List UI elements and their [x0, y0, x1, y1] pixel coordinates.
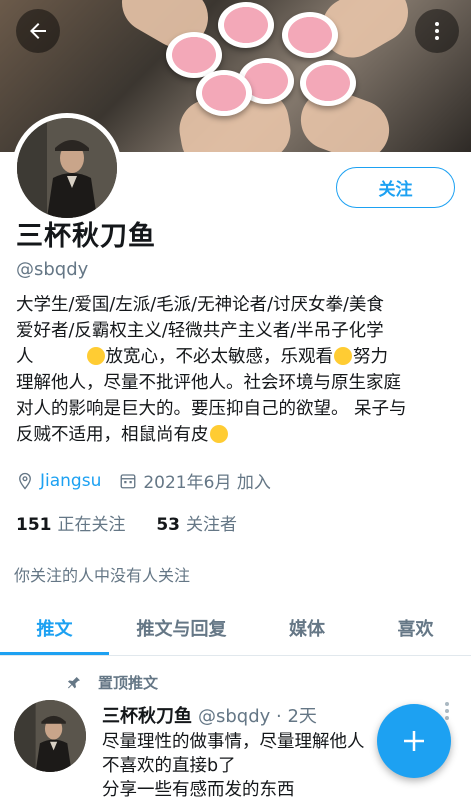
- tweet-header: 三杯秋刀鱼 @sbqdy · 2天: [102, 702, 317, 728]
- back-button[interactable]: [16, 9, 60, 53]
- compose-tweet-button[interactable]: [377, 704, 451, 778]
- bio-line: 反贼不适用，相鼠尚有皮: [16, 422, 461, 448]
- calendar-icon: [120, 473, 136, 488]
- join-date: 2021年6月 加入: [143, 473, 271, 493]
- profile-avatar[interactable]: [12, 113, 122, 223]
- tab-likes[interactable]: 喜欢: [360, 600, 471, 656]
- pin-icon: [68, 676, 80, 688]
- kissing-face-icon: [209, 425, 228, 443]
- tweet-author-avatar[interactable]: [14, 700, 86, 772]
- bio-line: 爱好者/反霸权主义/轻微共产主义者/半吊子化学: [16, 321, 384, 341]
- active-tab-indicator: [0, 652, 109, 655]
- tab-media[interactable]: 媒体: [254, 600, 360, 656]
- following-link[interactable]: 151 正在关注: [16, 515, 126, 535]
- grinning-face-icon: [334, 347, 352, 365]
- location-link[interactable]: Jiangsu: [40, 471, 101, 491]
- followers-link[interactable]: 53 关注者: [156, 515, 237, 535]
- bio-line: 人放宽心，不必太敏感，乐观看 努力: [16, 347, 388, 367]
- profile-name: 三杯秋刀鱼: [16, 221, 156, 252]
- tweet-author-name[interactable]: 三杯秋刀鱼: [102, 706, 192, 727]
- follow-stats: 151 正在关注 53 关注者: [16, 510, 237, 535]
- profile-bio: 大学生/爱国/左派/毛派/无神论者/讨厌女拳/美食 爱好者/反霸权主义/轻微共产…: [16, 292, 461, 448]
- tab-tweets-and-replies[interactable]: 推文与回复: [109, 600, 254, 656]
- tweet-author-handle: @sbqdy · 2天: [198, 706, 317, 727]
- bio-line: 理解他人，尽量不批评他人。社会环境与原生家庭: [16, 373, 401, 393]
- profile-tabs: 推文 推文与回复 媒体 喜欢: [0, 600, 471, 656]
- tweet-line: 分享一些有感而发的东西: [102, 780, 295, 800]
- avatar-image: [17, 118, 117, 218]
- profile-meta: Jiangsu 2021年6月 加入: [16, 468, 271, 493]
- more-vertical-icon: [435, 22, 439, 40]
- plus-icon: [404, 731, 424, 751]
- bio-line: 对人的影响是巨大的。要压抑自己的欲望。 呆子与: [16, 399, 407, 419]
- location-pin-icon: [19, 472, 31, 490]
- profile-handle: @sbqdy: [16, 259, 89, 280]
- follow-button[interactable]: 关注: [336, 167, 455, 208]
- pinned-indicator: 置顶推文: [66, 672, 158, 693]
- tab-tweets[interactable]: 推文: [0, 600, 109, 656]
- bio-line: 大学生/爱国/左派/毛派/无神论者/讨厌女拳/美食: [16, 295, 384, 315]
- common-followers: 你关注的人中没有人关注: [14, 566, 191, 585]
- arrow-left-icon: [30, 23, 46, 39]
- smiling-face-icon: [86, 347, 105, 365]
- more-button[interactable]: [415, 9, 459, 53]
